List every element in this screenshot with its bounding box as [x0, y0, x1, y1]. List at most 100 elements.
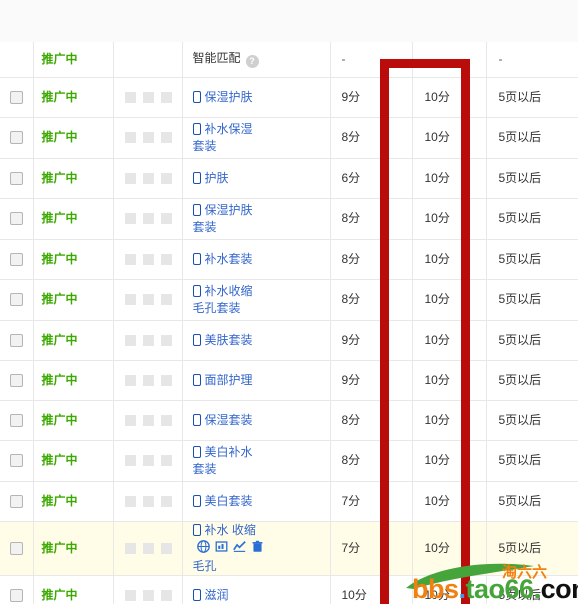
keyword-link[interactable]: 美白套装: [205, 494, 253, 508]
table-row[interactable]: 推广中 补水套装 8分 10分 5页以后: [0, 239, 578, 280]
row-blocks-cell: [113, 239, 183, 280]
delete-icon[interactable]: [251, 540, 264, 558]
keyword-link[interactable]: 补水套装: [205, 252, 253, 266]
row-checkbox[interactable]: [9, 212, 23, 226]
score2-value: 10分: [424, 89, 450, 104]
keyword-link-wrap[interactable]: 毛孔套装: [193, 301, 241, 315]
row-checkbox[interactable]: [9, 293, 23, 307]
mobile-device-icon: [192, 413, 201, 426]
keyword-link[interactable]: 补水保湿: [205, 122, 253, 136]
bid-icon[interactable]: [215, 540, 228, 558]
score1-value: 8分: [341, 251, 361, 266]
table-row[interactable]: 推广中 补水保湿 套装 8分 10分 5页以后: [0, 117, 578, 159]
keyword-link[interactable]: 保湿护肤: [205, 90, 253, 104]
row-checkbox-cell: [0, 117, 34, 159]
mobile-device-icon: [192, 90, 201, 103]
keyword-link-wrap[interactable]: 套装: [193, 139, 217, 153]
help-icon[interactable]: ?: [245, 55, 259, 69]
row-score2-cell: 10分: [412, 400, 487, 441]
keyword-link-wrap[interactable]: 毛孔: [193, 559, 217, 573]
table-row[interactable]: 推广中 补水 收缩 毛孔 7分 10分 5页以后: [0, 521, 578, 576]
row-score2-cell: 10分: [412, 575, 487, 604]
placeholder-block: [125, 91, 136, 103]
row-score2-cell: 10分: [412, 360, 487, 401]
row-position-cell: 5页以后: [486, 360, 578, 401]
table-row[interactable]: 推广中 补水收缩 毛孔套装 8分 10分 5页以后: [0, 279, 578, 321]
row-checkbox[interactable]: [9, 454, 23, 468]
table-row[interactable]: 推广中 美白套装 7分 10分 5页以后: [0, 481, 578, 522]
row-keyword-cell: 保湿护肤套装: [182, 198, 331, 240]
placeholder-block: [161, 542, 172, 554]
table-row[interactable]: 推广中 面部护理 9分 10分 5页以后: [0, 360, 578, 401]
status-label: 推广中: [41, 130, 78, 144]
row-position-cell: 5页以后: [486, 320, 578, 361]
keyword-line-1: 补水套装: [192, 251, 322, 268]
row-checkbox[interactable]: [9, 494, 23, 508]
score1-value: 8分: [341, 130, 361, 144]
placeholder-blocks: [114, 334, 182, 346]
table-row[interactable]: 推广中 美肤套装 9分 10分 5页以后: [0, 320, 578, 361]
placeholder-block: [125, 172, 136, 184]
placeholder-block: [125, 374, 136, 386]
table-row[interactable]: 推广中 保湿套装 8分 10分 5页以后: [0, 400, 578, 441]
placeholder-blocks: [114, 374, 182, 386]
row-keyword-cell: 补水套装: [182, 239, 331, 280]
keyword-link[interactable]: 美白补水: [205, 445, 253, 459]
row-checkbox[interactable]: [9, 333, 23, 347]
row-score1-cell: 7分: [330, 521, 413, 576]
keyword-link[interactable]: 保湿套装: [205, 413, 253, 427]
row-checkbox[interactable]: [9, 588, 23, 602]
status-label: 推广中: [41, 292, 78, 306]
row-checkbox[interactable]: [9, 90, 23, 104]
keyword-link[interactable]: 面部护理: [205, 373, 253, 387]
row-checkbox[interactable]: [9, 413, 23, 427]
row-score1-cell: 8分: [330, 400, 413, 441]
keyword-link[interactable]: 美肤套装: [205, 333, 253, 347]
placeholder-blocks: [114, 172, 182, 184]
row-checkbox[interactable]: [9, 171, 23, 185]
placeholder-block: [125, 455, 136, 466]
row-score2-cell: 10分: [412, 77, 487, 118]
row-score2-cell: 10分: [412, 481, 487, 522]
table-row[interactable]: 推广中 美白补水 套装 8分 10分 5页以后: [0, 440, 578, 482]
row-position-cell: 5页以后: [486, 521, 578, 576]
table-row[interactable]: 推广中 滋润 10分 10分 5页以后: [0, 575, 578, 604]
keyword-line-1: 滋润: [192, 587, 322, 604]
keyword-link-wrap[interactable]: 套装: [193, 462, 217, 476]
keyword-link[interactable]: 护肤: [205, 171, 229, 185]
keyword-link[interactable]: 保湿护肤: [205, 203, 253, 217]
row-checkbox[interactable]: [9, 252, 23, 266]
row-checkbox[interactable]: [9, 541, 23, 555]
keyword-line-1: 保湿护肤: [192, 202, 322, 219]
row-blocks-cell: [113, 521, 183, 576]
row-checkbox[interactable]: [9, 131, 23, 145]
row-blocks-cell: [113, 481, 183, 522]
smart-match-row[interactable]: 推广中 智能匹配? - -: [0, 42, 578, 78]
table-row[interactable]: 推广中 护肤 6分 10分 5页以后: [0, 158, 578, 199]
row-score1-cell: 8分: [330, 198, 413, 240]
table-row[interactable]: 推广中 保湿护肤 套装 8分 10分 5页以后: [0, 198, 578, 240]
row-checkbox-cell: [0, 320, 34, 361]
row-score1-cell: 6分: [330, 158, 413, 199]
globe-icon[interactable]: [196, 539, 210, 558]
row-score1-cell: 8分: [330, 239, 413, 280]
status-label: 推广中: [41, 170, 78, 185]
row-checkbox[interactable]: [9, 373, 23, 387]
placeholder-blocks: [114, 414, 182, 426]
keyword-link[interactable]: 补水 收缩: [205, 523, 256, 537]
keyword-link[interactable]: 滋润: [205, 588, 229, 602]
row-blocks-cell: [113, 400, 183, 441]
table-row[interactable]: 推广中 保湿护肤 9分 10分 5页以后: [0, 77, 578, 118]
placeholder-block: [161, 374, 172, 386]
placeholder-block: [161, 455, 172, 466]
trend-chart-icon[interactable]: [232, 540, 246, 558]
mobile-device-icon: [192, 523, 201, 536]
keyword-link[interactable]: 补水收缩: [205, 284, 253, 298]
status-label: 推广中: [41, 211, 78, 225]
screenshot-root: 推广中 智能匹配? - - 推广中 保湿护肤 9分 10分 5页以后推广中 补水保湿套装 8…: [0, 0, 578, 604]
keyword-link-wrap[interactable]: 套装: [193, 220, 217, 234]
score2-value: 10分: [424, 130, 450, 144]
keyword-table-container: 推广中 智能匹配? - - 推广中 保湿护肤 9分 10分 5页以后推广中 补水保湿套装 8…: [0, 42, 578, 604]
keyword-line-1: 保湿套装: [192, 412, 322, 429]
position-value: 5页以后: [498, 412, 542, 427]
